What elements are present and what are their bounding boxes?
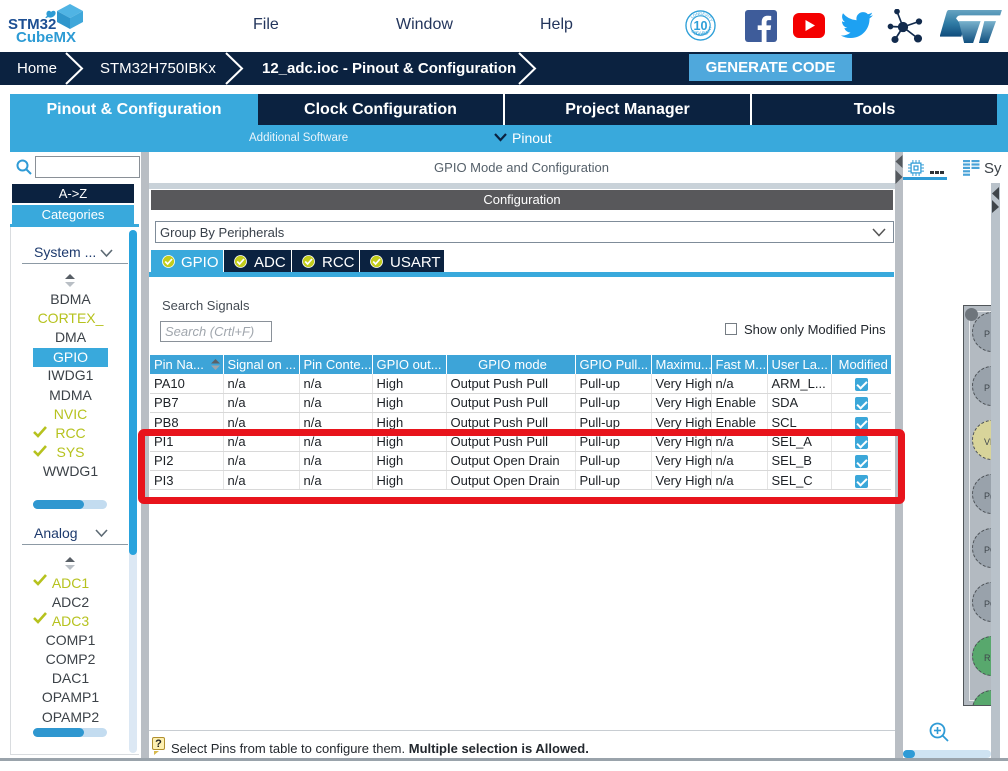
svg-text:YEARS: YEARS (693, 31, 708, 36)
